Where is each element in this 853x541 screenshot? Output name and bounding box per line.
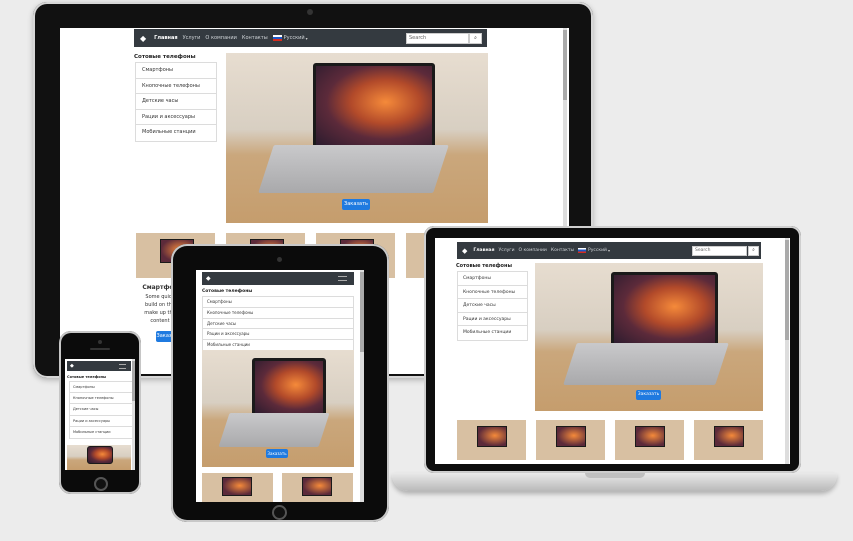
laptop-photo-screen [611,272,718,348]
hero-image: Заказать [535,263,763,411]
navbar: ◆ Главная Услуги О компании Контакты Рус… [457,242,761,259]
sidebar-item-button-phones[interactable]: Кнопочные телефоны [70,393,132,405]
home-button[interactable] [272,505,287,520]
sidebar-heading: Сотовые телефоны [456,263,512,269]
sidebar-item-kids-watches[interactable]: Детские часы [203,319,353,330]
laptop-photo-keyboard [258,145,449,193]
sidebar-item-smartphones[interactable]: Смартфоны [70,382,132,394]
sidebar-item-smartphones[interactable]: Смартфоны [136,63,216,79]
speaker-grille [90,348,110,350]
hero-image [67,445,131,470]
scrollbar[interactable] [132,359,135,470]
sidebar-item-button-phones[interactable]: Кнопочные телефоны [203,308,353,319]
nav-home[interactable]: Главная [154,35,177,41]
search-icon: ⌕ [474,35,477,41]
russia-flag-icon [272,35,282,41]
logo-icon[interactable]: ◆ [70,363,74,369]
scrollbar[interactable] [785,238,789,464]
sidebar-item-radios[interactable]: Рации и аксессуары [203,329,353,341]
language-select[interactable]: Русский [588,248,607,253]
sidebar-item-smartphones[interactable]: Смартфоны [203,297,353,308]
sidebar-list: Смартфоны Кнопочные телефоны Детские час… [135,62,217,142]
chevron-down-icon: ▾ [607,248,610,253]
navbar: ◆ [67,361,131,371]
camera-icon [277,257,282,262]
nav-contacts[interactable]: Контакты [242,35,268,41]
camera-icon [98,340,102,344]
sidebar-item-button-phones[interactable]: Кнопочные телефоны [136,79,216,94]
camera-icon [307,9,313,15]
laptop-photo-keyboard [563,343,729,385]
hero-order-button[interactable]: Заказать [266,449,288,458]
logo-icon[interactable]: ◆ [462,247,467,255]
hero-order-button[interactable]: Заказать [342,199,370,210]
search-button[interactable]: ⌕ [748,246,759,256]
product-card-image [694,420,763,460]
laptop-screen: ◆ Главная Услуги О компании Контакты Рус… [435,238,790,464]
nav-about[interactable]: О компании [519,248,547,253]
phone-device: ◆ Сотовые телефоны Смартфоны Кнопочные т… [59,331,141,494]
laptop-photo-screen [313,63,435,149]
sidebar-heading: Сотовые телефоны [134,54,196,60]
language-select[interactable]: Русский [284,35,305,41]
search-input[interactable]: Search [692,246,747,256]
nav-home[interactable]: Главная [473,248,494,253]
search-button[interactable]: ⌕ [469,33,482,44]
sidebar-item-stations[interactable]: Мобильные станции [136,125,216,141]
product-card-image [457,420,526,460]
laptop-photo-keyboard [218,413,330,447]
navbar: ◆ [202,272,354,285]
sidebar-item-radios[interactable]: Рации и аксессуары [136,110,216,125]
navbar: ◆ Главная Услуги О компании Контакты Рус… [134,29,487,47]
hero-image: Заказать [202,350,354,467]
menu-toggle-icon[interactable] [119,364,126,369]
nav-about[interactable]: О компании [205,35,236,41]
search-input[interactable]: Search [406,33,469,44]
logo-icon[interactable]: ◆ [206,275,211,282]
sidebar-item-button-phones[interactable]: Кнопочные телефоны [458,286,527,300]
nav-services[interactable]: Услуги [183,35,201,41]
product-card-image [202,473,273,502]
product-card-image [282,473,353,502]
sidebar-item-kids-watches[interactable]: Детские часы [458,299,527,313]
hero-order-button[interactable]: Заказать [636,390,661,400]
scrollbar[interactable] [360,270,364,502]
sidebar-heading: Сотовые телефоны [202,289,253,294]
chevron-down-icon: ▾ [305,35,308,41]
laptop-photo-screen [252,358,326,417]
sidebar-heading: Сотовые телефоны [67,375,107,379]
sidebar-list: Смартфоны Кнопочные телефоны Детские час… [457,271,528,341]
nav-contacts[interactable]: Контакты [551,248,574,253]
hero-image: Заказать [226,53,488,223]
tablet-device: ◆ Сотовые телефоны Смартфоны Кнопочные т… [171,244,389,522]
home-button[interactable] [94,477,108,491]
sidebar-item-kids-watches[interactable]: Детские часы [136,94,216,110]
phone-screen: ◆ Сотовые телефоны Смартфоны Кнопочные т… [65,359,135,470]
laptop-notch [585,473,645,478]
product-card-image [536,420,605,460]
sidebar-item-smartphones[interactable]: Смартфоны [458,272,527,286]
sidebar-list: Смартфоны Кнопочные телефоны Детские час… [69,381,133,439]
laptop-photo-screen [87,446,113,464]
tablet-screen: ◆ Сотовые телефоны Смартфоны Кнопочные т… [196,270,364,502]
nav-services[interactable]: Услуги [498,248,514,253]
russia-flag-icon [578,248,587,253]
logo-icon[interactable]: ◆ [140,34,146,43]
sidebar-list: Смартфоны Кнопочные телефоны Детские час… [202,296,354,352]
sidebar-item-stations[interactable]: Мобильные станции [70,427,132,438]
sidebar-item-kids-watches[interactable]: Детские часы [70,404,132,416]
search-icon: ⌕ [752,248,755,253]
sidebar-item-stations[interactable]: Мобильные станции [458,326,527,340]
sidebar-item-radios[interactable]: Рации и аксессуары [70,416,132,427]
laptop-device: ◆ Главная Услуги О компании Контакты Рус… [424,226,801,473]
menu-toggle-icon[interactable] [338,276,347,281]
sidebar-item-radios[interactable]: Рации и аксессуары [458,313,527,327]
product-card-image [615,420,684,460]
